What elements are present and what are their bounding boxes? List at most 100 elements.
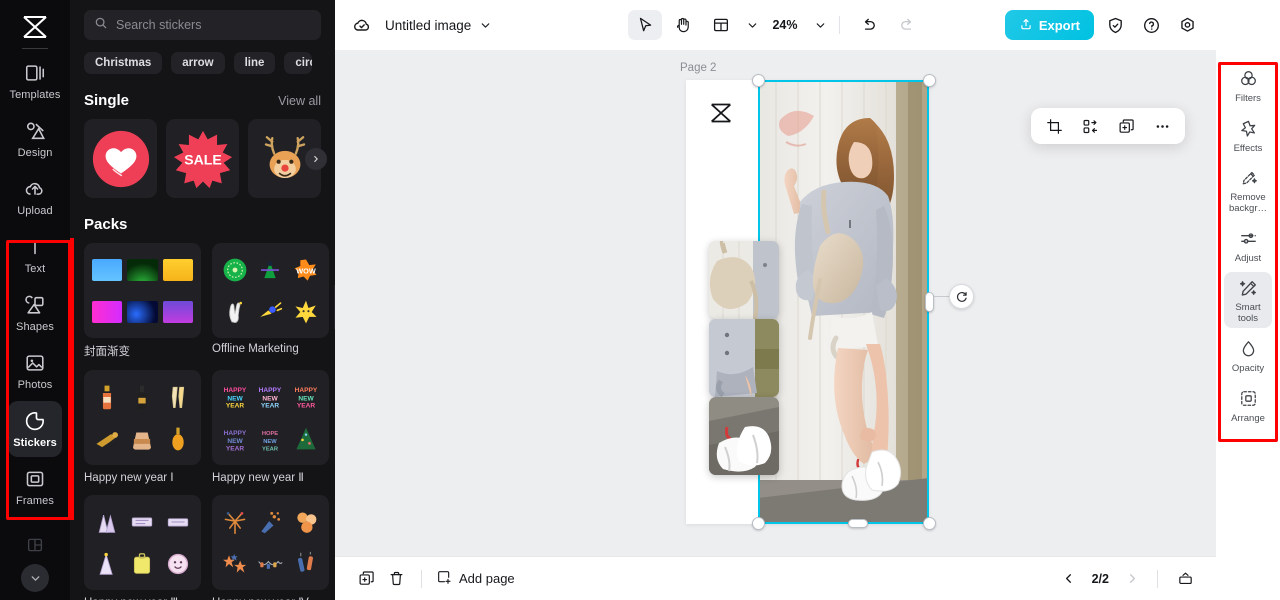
layout-tool-button[interactable] xyxy=(703,10,737,40)
main-area: Untitled image 24% Export Page 2 Add pag… xyxy=(335,0,1216,600)
right-item-filters[interactable]: Filters xyxy=(1224,62,1272,108)
prev-page-button[interactable] xyxy=(1056,566,1082,592)
canvas-tools-group: 24% xyxy=(627,10,923,40)
right-item-adjust[interactable]: Adjust xyxy=(1224,222,1272,268)
export-button[interactable]: Export xyxy=(1004,10,1094,40)
collapse-panel-handle[interactable] xyxy=(334,285,335,329)
sidebar-item-frames[interactable]: Frames xyxy=(8,459,62,515)
shapes-icon xyxy=(24,292,46,318)
more-horizontal-icon[interactable] xyxy=(1145,111,1179,141)
top-toolbar: Untitled image 24% Export xyxy=(335,0,1216,50)
pack-item[interactable]: 封面渐变 xyxy=(84,243,201,361)
chip-christmas[interactable]: Christmas xyxy=(84,52,163,74)
help-circle-icon[interactable] xyxy=(1136,10,1166,40)
pack-item[interactable]: Happy new year Ⅳ xyxy=(212,495,329,600)
sidebar-item-design[interactable]: Design xyxy=(8,111,62,167)
single-section-title: Single xyxy=(84,92,130,109)
gradient-swatch-yellow xyxy=(162,258,193,281)
pack-cell xyxy=(127,251,158,288)
sidebar-item-shapes[interactable]: Shapes xyxy=(8,285,62,341)
hand-tool-button[interactable] xyxy=(665,10,699,40)
thumbnail-preview-shoes[interactable] xyxy=(709,397,779,475)
zoom-level[interactable]: 24% xyxy=(762,18,801,32)
gradient-swatch-blue xyxy=(92,258,123,281)
pack-thumbnail-grid[interactable]: HAPPY NEW YEAR HAPPY NEW YEAR HAPPY NEW YEAR H… xyxy=(212,370,329,465)
chip-arrow[interactable]: arrow xyxy=(171,52,225,74)
bottom-divider-right xyxy=(1157,569,1158,588)
left-sidebar: Templates Design Upload Text Shapes Phot… xyxy=(0,0,71,600)
settings-gear-icon[interactable] xyxy=(1172,10,1202,40)
svg-text:HAPPY: HAPPY xyxy=(259,387,282,394)
svg-text:HAPPY: HAPPY xyxy=(294,387,317,394)
pack-cell xyxy=(220,251,250,288)
document-title[interactable]: Untitled image xyxy=(385,18,471,33)
replace-icon[interactable] xyxy=(1073,111,1107,141)
layout-chevron-down-icon[interactable] xyxy=(745,19,758,32)
search-sticker-field[interactable] xyxy=(84,10,321,40)
crop-icon[interactable] xyxy=(1037,111,1071,141)
right-item-remove-background[interactable]: Remove backgr… xyxy=(1224,162,1272,218)
svg-text:NEW: NEW xyxy=(298,395,314,402)
pack-thumbnail-grid[interactable] xyxy=(212,495,329,590)
pack-cell xyxy=(127,293,158,330)
sticker-sale-badge[interactable]: SALE xyxy=(166,119,239,198)
duplicate-page-button[interactable] xyxy=(351,565,381,593)
sidebar-item-text[interactable]: Text xyxy=(8,227,62,283)
right-item-arrange[interactable]: Arrange xyxy=(1224,382,1272,428)
effects-icon xyxy=(1239,118,1258,140)
page-navigation: 2/2 xyxy=(1056,565,1200,593)
sidebar-item-stickers[interactable]: Stickers xyxy=(8,401,62,457)
svg-text:NEW: NEW xyxy=(227,438,243,445)
redo-button[interactable] xyxy=(890,10,924,40)
pack-cell xyxy=(291,420,321,457)
svg-text:NEW: NEW xyxy=(263,395,279,402)
pack-cell xyxy=(291,503,321,540)
pack-cell xyxy=(291,293,321,330)
delete-page-button[interactable] xyxy=(381,565,411,593)
upload-cloud-icon xyxy=(24,176,46,202)
next-page-button[interactable] xyxy=(1119,566,1145,592)
pack-item[interactable]: Happy new year Ⅲ xyxy=(84,495,201,600)
zoom-chevron-down-icon[interactable] xyxy=(814,19,827,32)
pack-item[interactable]: WOW Offline Marketing xyxy=(212,243,329,361)
more-panels-icon[interactable] xyxy=(20,530,50,560)
shield-check-icon[interactable] xyxy=(1100,10,1130,40)
canvas-photo[interactable] xyxy=(758,80,929,524)
pack-thumbnail-grid[interactable] xyxy=(84,370,201,465)
canvas-viewport[interactable]: Page 2 xyxy=(335,50,1216,556)
thumbnail-preview-bag[interactable] xyxy=(709,241,779,319)
expand-sidebar-button[interactable] xyxy=(21,564,49,592)
cloud-saved-icon[interactable] xyxy=(349,12,375,38)
chip-circle[interactable]: circle xyxy=(284,52,313,74)
right-item-effects[interactable]: Effects xyxy=(1224,112,1272,158)
undo-button[interactable] xyxy=(852,10,886,40)
pack-cell: HAPPY NEW YEAR xyxy=(291,378,321,415)
panel-toggle-button[interactable] xyxy=(1170,565,1200,593)
pack-thumbnail-grid[interactable] xyxy=(84,243,201,338)
sidebar-item-templates[interactable]: Templates xyxy=(8,53,62,109)
pack-thumbnail-grid[interactable]: WOW xyxy=(212,243,329,338)
add-page-button[interactable]: Add page xyxy=(432,569,519,588)
right-item-smart-tools[interactable]: Smart tools xyxy=(1224,272,1272,328)
smart-tools-icon xyxy=(1239,277,1258,299)
sticker-heart[interactable] xyxy=(84,119,157,198)
pack-item[interactable]: Happy new year Ⅰ xyxy=(84,370,201,486)
svg-text:YEAR: YEAR xyxy=(262,446,279,451)
single-view-all-link[interactable]: View all xyxy=(278,94,321,108)
chevron-down-icon[interactable] xyxy=(479,19,492,32)
chip-line[interactable]: line xyxy=(233,52,276,74)
pack-item[interactable]: HAPPY NEW YEAR HAPPY NEW YEAR HAPPY NEW YEAR H… xyxy=(212,370,329,486)
right-item-opacity[interactable]: Opacity xyxy=(1224,332,1272,378)
pack-thumbnail-grid[interactable] xyxy=(84,495,201,590)
sidebar-item-photos[interactable]: Photos xyxy=(8,343,62,399)
pack-cell xyxy=(127,378,157,415)
layout-tool-group[interactable] xyxy=(703,10,758,40)
duplicate-icon[interactable] xyxy=(1109,111,1143,141)
thumbnail-preview-shirt[interactable] xyxy=(709,319,779,397)
single-next-arrow-button[interactable] xyxy=(305,147,327,170)
select-tool-button[interactable] xyxy=(627,10,662,40)
arrange-icon xyxy=(1239,388,1258,410)
rotate-handle[interactable] xyxy=(949,284,974,309)
search-input[interactable] xyxy=(116,18,311,32)
sidebar-item-upload[interactable]: Upload xyxy=(8,169,62,225)
